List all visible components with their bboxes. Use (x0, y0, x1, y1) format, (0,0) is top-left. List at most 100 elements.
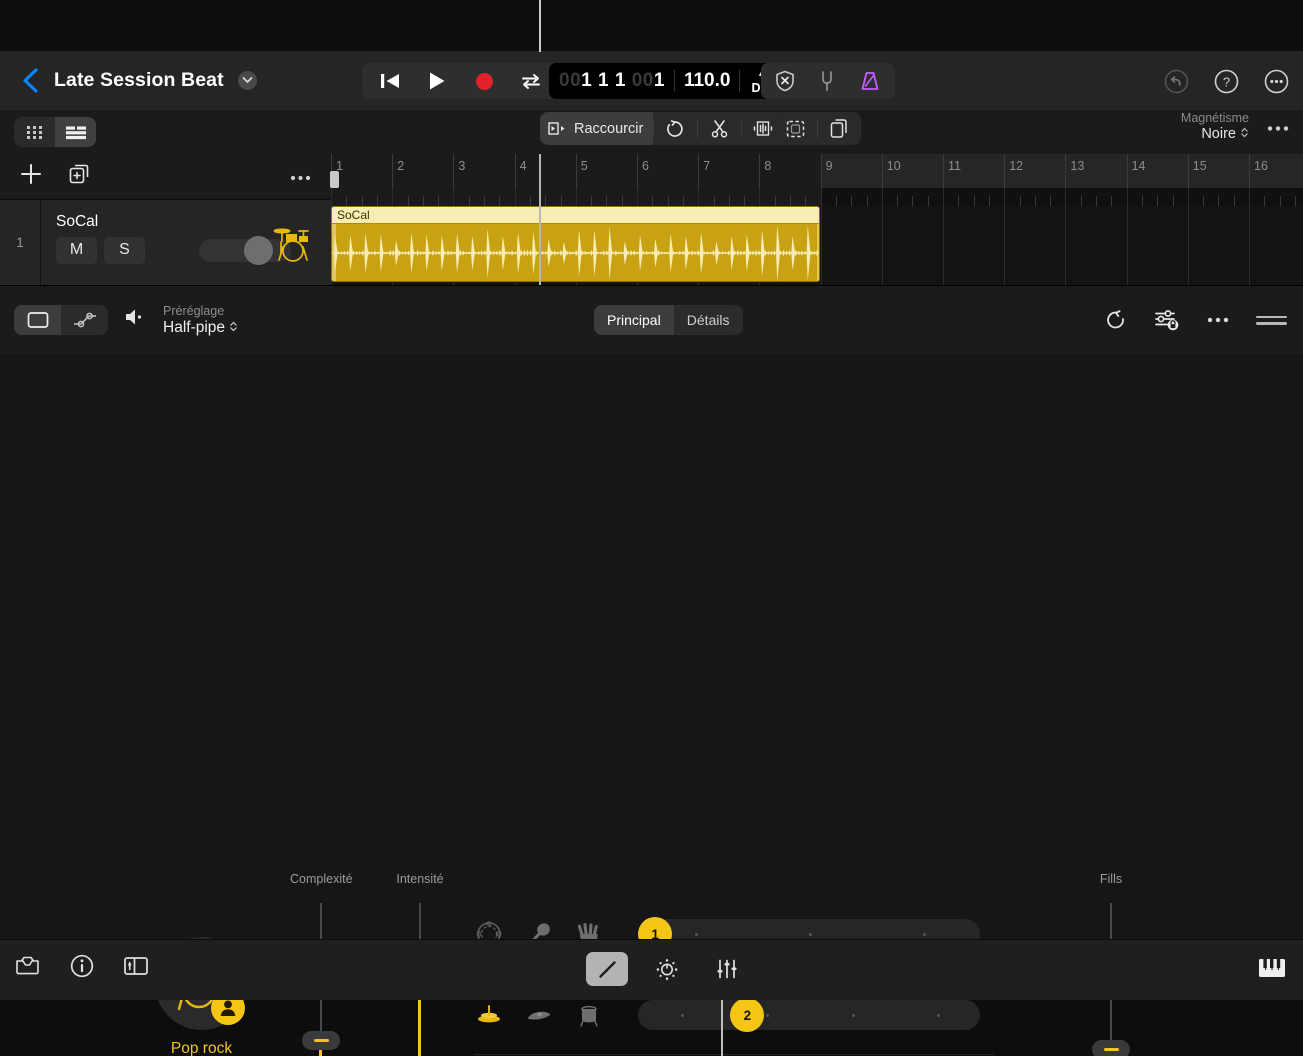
slider-thumb[interactable] (1092, 1040, 1130, 1056)
plugin-speaker-button[interactable] (124, 307, 146, 332)
track-row[interactable]: 1 SoCal M S (0, 199, 331, 286)
ride-cymbal-button[interactable] (524, 1000, 554, 1030)
loop-tool-button[interactable] (653, 112, 697, 145)
rewind-to-start-icon (381, 74, 399, 88)
plugin-more-button[interactable] (1207, 317, 1229, 323)
regenerate-button[interactable] (1105, 309, 1127, 331)
grid-bar-line (943, 188, 944, 285)
trim-region-icon (548, 122, 565, 135)
tab-details[interactable]: Détails (674, 305, 743, 335)
toolbar-more-button[interactable] (1267, 119, 1289, 137)
grid-beat-tick (728, 196, 730, 206)
back-button[interactable] (18, 67, 42, 95)
ruler-bar-number: 3 (458, 159, 466, 173)
speaker-icon (126, 309, 142, 325)
audio-region[interactable]: SoCal (331, 206, 820, 282)
bar-ruler[interactable]: 1 2 3 4 5 6 7 8 9 10 11 12 13 14 15 16 (331, 154, 1303, 188)
grid-beat-tick (545, 196, 547, 206)
add-track-button[interactable] (20, 163, 42, 190)
tuner-button[interactable] (817, 70, 837, 92)
more-options-icon (1267, 126, 1289, 131)
brightness-tool-button[interactable] (646, 952, 688, 986)
hihat-button[interactable] (474, 1000, 504, 1030)
ruler-bar-number: 14 (1131, 159, 1146, 173)
trim-tool-button[interactable]: Raccourcir (540, 112, 654, 145)
view-grid-button[interactable] (14, 117, 55, 147)
grid-beat-tick (744, 196, 746, 206)
ruler-bar-number: 16 (1254, 159, 1268, 173)
sliders-lock-icon (1155, 310, 1179, 331)
cycle-button[interactable] (518, 68, 544, 94)
mute-button[interactable]: M (56, 236, 97, 264)
project-menu-button[interactable] (238, 70, 258, 90)
pencil-tool-icon (598, 960, 616, 978)
help-button[interactable]: ? (1214, 69, 1239, 94)
cycle-loop-icon (522, 74, 540, 89)
play-button[interactable] (424, 68, 450, 94)
ruler-bar-number: 13 (1070, 159, 1085, 173)
ruler-bar-number: 8 (764, 159, 772, 173)
keyboard-button[interactable] (1258, 957, 1286, 984)
grid-bar-line (1004, 188, 1006, 285)
preset-value-text: Half-pipe (163, 319, 226, 336)
track-more-button[interactable] (290, 168, 311, 186)
slider-cymbals-value[interactable]: 2 (730, 998, 765, 1032)
tab-principal[interactable]: Principal (594, 305, 674, 335)
preset-value: Half-pipe (163, 319, 238, 337)
playhead-top[interactable] (539, 0, 541, 52)
play-icon (430, 72, 445, 90)
metronome-button[interactable] (859, 70, 881, 92)
view-list-button[interactable] (55, 117, 96, 147)
tempo-value[interactable]: 110.0 (684, 70, 731, 92)
loop-browser-button[interactable] (14, 954, 41, 978)
slider-thumb[interactable] (302, 1031, 340, 1051)
duplicate-button[interactable] (817, 112, 861, 145)
preset-selector[interactable]: Préréglage Half-pipe (163, 303, 238, 337)
region-edge-left[interactable] (332, 224, 336, 281)
ruler-bar-line (759, 154, 761, 188)
plugin-window-button[interactable] (14, 305, 61, 335)
snap-control[interactable]: Magnétisme Noire (1181, 111, 1249, 143)
marquee-button[interactable] (773, 112, 817, 145)
region-edit-group: Raccourcir (540, 112, 786, 145)
drag-handle-icon (1256, 315, 1287, 318)
track-instrument-button[interactable] (273, 224, 317, 269)
count-in-button[interactable] (775, 70, 795, 92)
region-start-handle[interactable] (330, 171, 339, 188)
undo-button[interactable] (1164, 69, 1189, 94)
record-button[interactable] (471, 68, 497, 94)
tom-drum-button[interactable] (574, 1000, 604, 1030)
ruler-bar-number: 10 (886, 159, 901, 173)
drummer-genre-label: Pop rock (170, 1040, 233, 1056)
grid-beat-tick (1050, 196, 1052, 206)
track-grid[interactable]: SoCal (331, 188, 1303, 285)
panel-split-button[interactable] (123, 955, 149, 977)
info-button[interactable] (70, 954, 94, 978)
top-more-button[interactable] (1264, 69, 1289, 94)
region-edge-right[interactable] (817, 224, 819, 281)
grid-beat-tick (1279, 196, 1281, 206)
track-name[interactable]: SoCal (56, 213, 98, 231)
pencil-tool-button[interactable] (586, 952, 628, 986)
ruler-bar-number: 2 (397, 159, 405, 173)
ruler-bar-number: 5 (580, 159, 588, 173)
position-bar: 1 (581, 70, 593, 91)
scissors-tool-button[interactable] (697, 112, 741, 145)
grid-beat-tick (376, 196, 378, 206)
solo-button[interactable]: S (104, 236, 145, 264)
split-at-playhead-icon (754, 121, 773, 136)
plugin-tabs: Principal Détails (594, 305, 743, 335)
lock-settings-button[interactable] (1154, 308, 1180, 332)
position-dim-suffix: 00 (631, 70, 654, 91)
automation-button[interactable] (61, 305, 108, 335)
rewind-button[interactable] (377, 68, 403, 94)
mixer-tool-button[interactable] (706, 952, 748, 986)
duplicate-track-button[interactable] (68, 163, 90, 190)
playhead-track[interactable] (539, 154, 541, 285)
split-scissors-icon (711, 120, 728, 138)
ruler-bar-line (1004, 154, 1006, 188)
volume-knob[interactable] (244, 235, 273, 265)
panel-drag-handle[interactable] (1256, 315, 1287, 325)
chevron-left-icon (22, 68, 38, 93)
slider-cymbals[interactable]: 2 (638, 998, 980, 1032)
